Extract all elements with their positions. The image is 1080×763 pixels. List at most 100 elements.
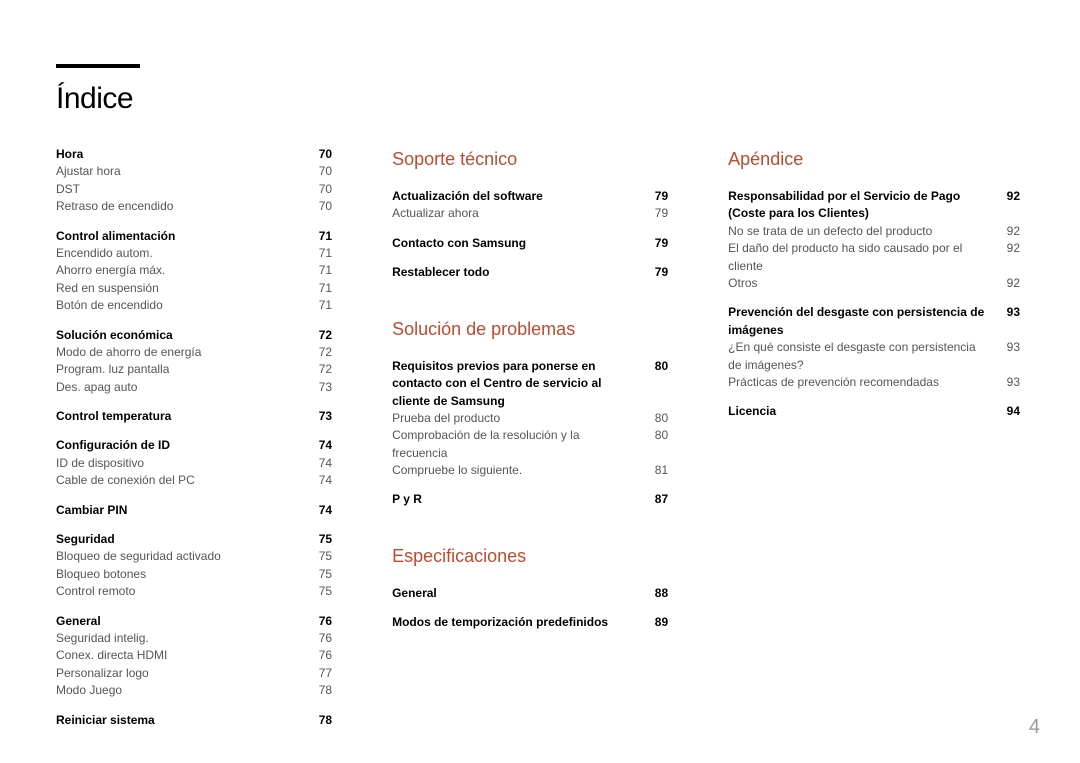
toc-group: Control temperatura73 xyxy=(56,408,332,425)
toc-row[interactable]: Otros92 xyxy=(728,275,1020,292)
toc-label: Modo Juego xyxy=(56,682,302,699)
toc-label: Ahorro energía máx. xyxy=(56,262,302,279)
toc-row[interactable]: Licencia94 xyxy=(728,403,1020,420)
toc-label: Bloqueo botones xyxy=(56,566,302,583)
toc-row[interactable]: Contacto con Samsung79 xyxy=(392,235,668,252)
toc-row[interactable]: Bloqueo botones 75 xyxy=(56,566,332,583)
toc-page: 89 xyxy=(650,614,668,631)
toc-label: Configuración de ID xyxy=(56,437,302,454)
toc-row[interactable]: Prevención del desgaste con persistencia… xyxy=(728,304,1020,339)
toc-label: General xyxy=(56,613,302,630)
toc-row[interactable]: DST70 xyxy=(56,181,332,198)
toc-page: 75 xyxy=(314,531,332,548)
toc-label: Compruebe lo siguiente. xyxy=(392,462,638,479)
toc-page: 70 xyxy=(314,181,332,198)
toc-page: 92 xyxy=(1002,188,1020,223)
title-rule xyxy=(56,64,140,68)
toc-label: Conex. directa HDMI xyxy=(56,647,302,664)
toc-label: Restablecer todo xyxy=(392,264,638,281)
toc-row[interactable]: P y R87 xyxy=(392,491,668,508)
toc-page: 72 xyxy=(314,344,332,361)
toc-row[interactable]: Botón de encendido71 xyxy=(56,297,332,314)
toc-label: Bloqueo de seguridad activado xyxy=(56,548,302,565)
toc-row[interactable]: Reiniciar sistema78 xyxy=(56,712,332,729)
toc-label: ID de dispositivo xyxy=(56,455,302,472)
toc-group: Cambiar PIN74 xyxy=(56,502,332,519)
toc-page: 75 xyxy=(314,548,332,565)
page-title: Índice xyxy=(56,82,1020,116)
toc-row[interactable]: Configuración de ID 74 xyxy=(56,437,332,454)
toc-row[interactable]: Bloqueo de seguridad activado 75 xyxy=(56,548,332,565)
toc-row[interactable]: Ahorro energía máx.71 xyxy=(56,262,332,279)
toc-page: 75 xyxy=(314,566,332,583)
toc-label: General xyxy=(392,585,638,602)
section-heading: Solución de problemas xyxy=(392,316,668,342)
toc-page: 76 xyxy=(314,613,332,630)
toc-label: Responsabilidad por el Servicio de Pago … xyxy=(728,188,990,223)
toc-page: 79 xyxy=(650,264,668,281)
toc-row[interactable]: No se trata de un defecto del producto92 xyxy=(728,223,1020,240)
toc-row[interactable]: Comprobación de la resolución y la frecu… xyxy=(392,427,668,462)
toc-group: Reiniciar sistema78 xyxy=(56,712,332,729)
toc-group: General76Seguridad intelig.76Conex. dire… xyxy=(56,613,332,700)
toc-row[interactable]: Seguridad 75 xyxy=(56,531,332,548)
toc-label: Licencia xyxy=(728,403,990,420)
toc-row[interactable]: Red en suspensión71 xyxy=(56,280,332,297)
toc-row[interactable]: Compruebe lo siguiente.81 xyxy=(392,462,668,479)
toc-group: Seguridad75Bloqueo de seguridad activado… xyxy=(56,531,332,601)
toc-label: Cable de conexión del PC xyxy=(56,472,302,489)
toc-row[interactable]: Modos de temporización predefinidos89 xyxy=(392,614,668,631)
toc-row[interactable]: Restablecer todo 79 xyxy=(392,264,668,281)
toc-label: Prevención del desgaste con persistencia… xyxy=(728,304,990,339)
toc-row[interactable]: Prueba del producto80 xyxy=(392,410,668,427)
toc-label: Personalizar logo xyxy=(56,665,302,682)
toc-page: 70 xyxy=(314,163,332,180)
toc-row[interactable]: ID de dispositivo74 xyxy=(56,455,332,472)
toc-row[interactable]: Des. apag auto73 xyxy=(56,379,332,396)
toc-row[interactable]: El daño del producto ha sido causado por… xyxy=(728,240,1020,275)
toc-row[interactable]: Modo Juego78 xyxy=(56,682,332,699)
toc-row[interactable]: Ajustar hora70 xyxy=(56,163,332,180)
toc-row[interactable]: Modo de ahorro de energía72 xyxy=(56,344,332,361)
toc-row[interactable]: Requisitos previos para ponerse en conta… xyxy=(392,358,668,410)
toc-label: Comprobación de la resolución y la frecu… xyxy=(392,427,638,462)
page-number: 4 xyxy=(1029,716,1040,739)
toc-page: 72 xyxy=(314,361,332,378)
toc-row[interactable]: Prácticas de prevención recomendadas93 xyxy=(728,374,1020,391)
section-heading: Soporte técnico xyxy=(392,146,668,172)
toc-page: 75 xyxy=(314,583,332,600)
column-3: ApéndiceResponsabilidad por el Servicio … xyxy=(728,146,1020,729)
toc-row[interactable]: Conex. directa HDMI 76 xyxy=(56,647,332,664)
toc-row[interactable]: Program. luz pantalla72 xyxy=(56,361,332,378)
toc-group: P y R87 xyxy=(392,491,668,508)
toc-row[interactable]: Control alimentación71 xyxy=(56,228,332,245)
toc-page: 74 xyxy=(314,472,332,489)
toc-row[interactable]: Cambiar PIN74 xyxy=(56,502,332,519)
toc-row[interactable]: Personalizar logo77 xyxy=(56,665,332,682)
toc-row[interactable]: Control temperatura73 xyxy=(56,408,332,425)
toc-group: Prevención del desgaste con persistencia… xyxy=(728,304,1020,391)
toc-row[interactable]: Solución económica72 xyxy=(56,327,332,344)
toc-page: 88 xyxy=(650,585,668,602)
toc-row[interactable]: Retraso de encendido70 xyxy=(56,198,332,215)
toc-row[interactable]: Responsabilidad por el Servicio de Pago … xyxy=(728,188,1020,223)
toc-page: 74 xyxy=(314,437,332,454)
toc-page: 79 xyxy=(650,235,668,252)
toc-row[interactable]: Control remoto75 xyxy=(56,583,332,600)
toc-row[interactable]: Encendido autom.71 xyxy=(56,245,332,262)
toc-row[interactable]: General 76 xyxy=(56,613,332,630)
toc-label: Seguridad intelig. xyxy=(56,630,302,647)
toc-row[interactable]: General 88 xyxy=(392,585,668,602)
toc-label: Botón de encendido xyxy=(56,297,302,314)
toc-row[interactable]: Cable de conexión del PC 74 xyxy=(56,472,332,489)
toc-row[interactable]: Seguridad intelig.76 xyxy=(56,630,332,647)
toc-row[interactable]: Hora70 xyxy=(56,146,332,163)
toc-label: Seguridad xyxy=(56,531,302,548)
toc-row[interactable]: Actualizar ahora79 xyxy=(392,205,668,222)
toc-row[interactable]: Actualización del software79 xyxy=(392,188,668,205)
toc-page: 92 xyxy=(1002,240,1020,275)
toc-page: 76 xyxy=(314,647,332,664)
toc-row[interactable]: ¿En qué consiste el desgaste con persist… xyxy=(728,339,1020,374)
toc-group: Control alimentación71Encendido autom.71… xyxy=(56,228,332,315)
toc-page: 93 xyxy=(1002,374,1020,391)
